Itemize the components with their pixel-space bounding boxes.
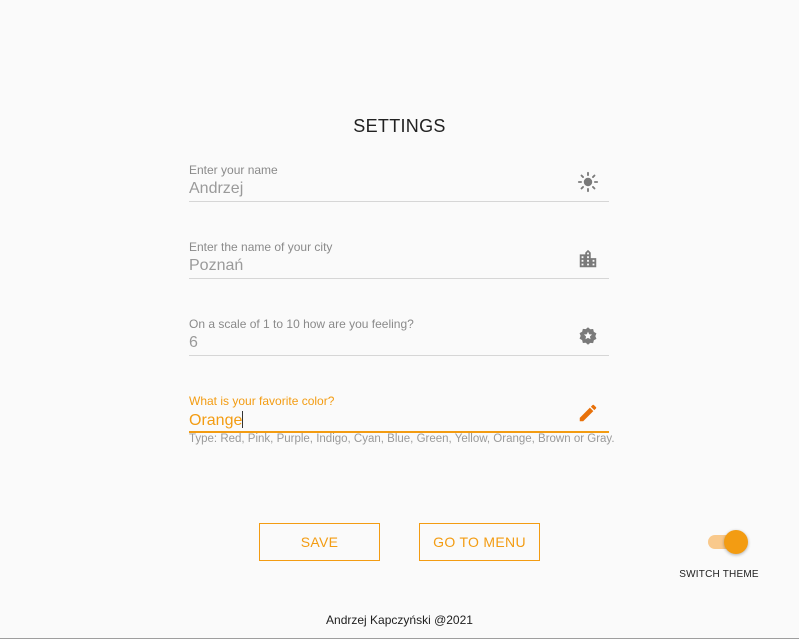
theme-toggle-switch[interactable] xyxy=(708,530,750,554)
brightness-icon xyxy=(577,171,599,193)
text-caret xyxy=(242,411,244,428)
color-field-input[interactable]: Orange xyxy=(189,411,244,430)
name-field-underline xyxy=(189,201,609,202)
pencil-icon xyxy=(577,402,599,424)
toggle-thumb xyxy=(724,530,748,554)
star-badge-icon xyxy=(577,325,599,347)
name-field-value[interactable]: Andrzej xyxy=(189,180,243,198)
go-to-menu-button[interactable]: GO TO MENU xyxy=(419,523,540,561)
feeling-field-label: On a scale of 1 to 10 how are you feelin… xyxy=(189,317,414,331)
save-button[interactable]: SAVE xyxy=(259,523,380,561)
color-field-label: What is your favorite color? xyxy=(189,394,335,408)
name-field[interactable]: Enter your name Andrzej xyxy=(189,163,609,211)
city-field-underline xyxy=(189,278,609,279)
city-field-value[interactable]: Poznań xyxy=(189,257,243,275)
city-icon xyxy=(577,248,599,270)
city-field[interactable]: Enter the name of your city Poznań xyxy=(189,240,609,288)
city-field-label: Enter the name of your city xyxy=(189,240,333,254)
footer-credit: Andrzej Kapczyński @2021 xyxy=(326,613,473,627)
name-field-label: Enter your name xyxy=(189,163,278,177)
feeling-field-value[interactable]: 6 xyxy=(189,334,198,352)
feeling-field[interactable]: On a scale of 1 to 10 how are you feelin… xyxy=(189,317,609,365)
theme-toggle-label: SWITCH THEME xyxy=(679,569,759,580)
page-title: SETTINGS xyxy=(353,116,446,136)
color-field-value: Orange xyxy=(189,412,243,429)
feeling-field-underline xyxy=(189,355,609,356)
color-field-helper-text: Type: Red, Pink, Purple, Indigo, Cyan, B… xyxy=(189,433,615,445)
